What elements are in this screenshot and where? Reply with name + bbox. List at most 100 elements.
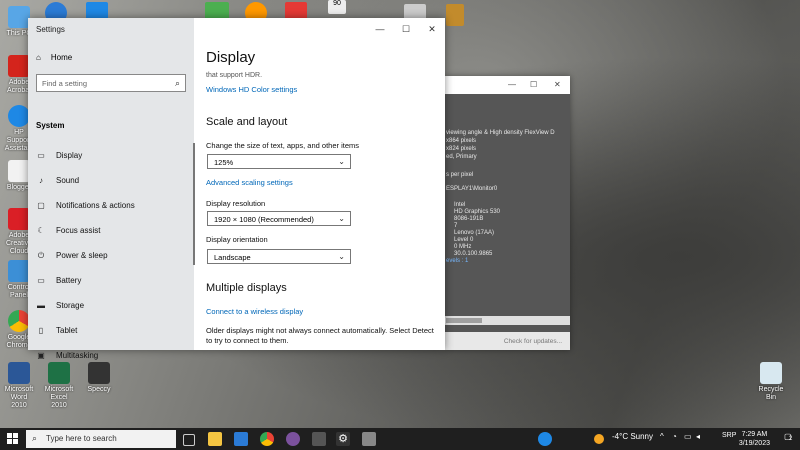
chevron-down-icon: ⌄ xyxy=(338,252,345,261)
sidebar-item-display[interactable]: ▭ Display xyxy=(28,143,194,168)
help-icon[interactable] xyxy=(538,432,552,446)
chevron-up-icon[interactable]: ^ xyxy=(660,432,664,441)
start-button[interactable] xyxy=(7,433,19,445)
older-displays-text: Older displays might not always connect … xyxy=(206,326,434,345)
task-view-icon[interactable] xyxy=(183,434,195,446)
sidebar-item-power-sleep[interactable]: ⏻ Power & sleep xyxy=(28,243,194,268)
app-icon[interactable] xyxy=(362,432,376,446)
sidebar-item-focus-assist[interactable]: ☾ Focus assist xyxy=(28,218,194,243)
info-window[interactable]: — ☐ ✕ viewing angle & High density FlexV… xyxy=(444,76,570,350)
mail-icon[interactable] xyxy=(234,432,248,446)
info-value: 7 xyxy=(454,223,458,229)
volume-icon[interactable]: ◂ xyxy=(696,432,700,441)
settings-sidebar: Settings ⌂ Home Find a setting ⌕ System … xyxy=(28,18,194,360)
info-line: ed, Primary xyxy=(446,154,477,160)
sidebar-item-label: Focus assist xyxy=(56,226,101,235)
sidebar-item-sound[interactable]: ♪ Sound xyxy=(28,168,194,193)
info-window-titlebar[interactable]: — ☐ ✕ xyxy=(444,76,570,94)
speaker-icon: ♪ xyxy=(39,176,43,185)
sidebar-item-multitasking[interactable]: ▣ Multitasking xyxy=(28,343,194,368)
vertical-scrollbar[interactable] xyxy=(193,143,195,265)
moon-icon: ☾ xyxy=(37,226,45,235)
info-value: Lenovo (17AA) xyxy=(454,230,495,236)
speccy-icon[interactable] xyxy=(312,432,326,446)
chevron-down-icon: ⌄ xyxy=(338,214,345,223)
app-icon[interactable] xyxy=(446,4,464,26)
word-icon xyxy=(8,362,30,384)
minimize-icon[interactable]: — xyxy=(367,18,393,40)
people-icon[interactable]: ◔ xyxy=(672,432,677,441)
multitasking-icon: ▣ xyxy=(37,351,45,360)
scale-layout-heading: Scale and layout xyxy=(206,116,288,128)
desktop-icon-excel[interactable]: Microsoft Excel 2010 xyxy=(42,362,76,410)
notification-icon: ▢ xyxy=(37,201,45,210)
home-icon: ⌂ xyxy=(36,53,41,62)
nav-home[interactable]: ⌂ Home xyxy=(36,53,72,62)
info-line: x824 pixels xyxy=(446,146,477,152)
text-size-dropdown[interactable]: 125% ⌄ xyxy=(207,154,351,169)
power-icon: ⏻ xyxy=(37,250,45,260)
horizontal-scrollbar[interactable] xyxy=(444,316,570,325)
info-line: s per pixel xyxy=(446,172,474,178)
scrollbar-thumb[interactable] xyxy=(446,318,482,323)
resolution-value: 1920 × 1080 (Recommended) xyxy=(214,215,314,224)
hdr-settings-link[interactable]: Windows HD Color settings xyxy=(206,85,297,94)
weather-text[interactable]: -4°C Sunny xyxy=(612,432,653,441)
close-icon[interactable]: ✕ xyxy=(554,80,561,89)
info-value: HD Graphics 530 xyxy=(454,209,501,215)
chrome-icon xyxy=(8,310,30,332)
taskbar-search-placeholder: Type here to search xyxy=(46,434,117,443)
chevron-down-icon: ⌄ xyxy=(338,157,345,166)
battery-icon: ▭ xyxy=(37,276,45,285)
orientation-dropdown[interactable]: Landscape ⌄ xyxy=(207,249,351,264)
sidebar-item-notifications[interactable]: ▢ Notifications & actions xyxy=(28,193,194,218)
viber-icon[interactable] xyxy=(286,432,300,446)
taskbar-clock[interactable]: 7:29 AM 3/19/2023 xyxy=(739,430,770,448)
settings-content: — ☐ ✕ Display that support HDR. Windows … xyxy=(194,18,445,350)
sidebar-item-battery[interactable]: ▭ Battery xyxy=(28,268,194,293)
search-icon: ⌕ xyxy=(32,433,38,443)
desktop-icon-label: Speccy xyxy=(87,386,111,393)
info-value: 30.0.100.9865 xyxy=(454,251,493,257)
orientation-label: Display orientation xyxy=(206,235,268,244)
sidebar-item-storage[interactable]: ▬ Storage xyxy=(28,293,194,318)
sidebar-item-label: Battery xyxy=(56,276,82,285)
weather-sun-icon[interactable] xyxy=(594,434,604,444)
maximize-icon[interactable]: ☐ xyxy=(393,18,419,40)
info-line: viewing angle & High density FlexView D xyxy=(446,130,555,136)
chrome-icon[interactable] xyxy=(260,432,274,446)
minimize-icon[interactable]: — xyxy=(508,80,516,89)
window-controls: — ☐ ✕ xyxy=(367,18,445,40)
settings-gear-icon[interactable]: ⚙ xyxy=(336,432,350,446)
resolution-dropdown[interactable]: 1920 × 1080 (Recommended) ⌄ xyxy=(207,211,351,226)
desktop-icon-word[interactable]: Microsoft Word 2010 xyxy=(2,362,36,410)
check-updates-link[interactable]: Check for updates... xyxy=(504,338,562,345)
wireless-display-link[interactable]: Connect to a wireless display xyxy=(206,307,303,316)
desktop-icon-label: Microsoft Excel 2010 xyxy=(44,386,74,409)
desktop-icon-recycle-bin[interactable]: Recycle Bin xyxy=(754,362,788,402)
text-size-value: 125% xyxy=(214,158,234,167)
find-setting-input[interactable]: Find a setting ⌕ xyxy=(36,74,186,92)
sidebar-item-tablet[interactable]: ▯ Tablet xyxy=(28,318,194,343)
info-value: Level 0 xyxy=(454,237,474,243)
sidebar-item-label: Tablet xyxy=(56,326,78,335)
clock-date: 3/19/2023 xyxy=(738,440,770,447)
hdr-description: that support HDR. xyxy=(206,72,263,79)
settings-window[interactable]: Settings ⌂ Home Find a setting ⌕ System … xyxy=(28,18,445,360)
close-icon[interactable]: ✕ xyxy=(419,18,445,40)
input-language[interactable]: SRP xyxy=(722,432,736,439)
sidebar-item-label: Power & sleep xyxy=(56,251,108,260)
file-explorer-icon[interactable] xyxy=(208,432,222,446)
sidebar-item-label: Sound xyxy=(56,176,80,185)
info-value: 0 MHz xyxy=(454,244,472,250)
network-icon[interactable]: ▭ xyxy=(684,432,692,441)
app-icon[interactable]: 90 xyxy=(328,0,346,14)
taskbar-search[interactable]: ⌕ Type here to search xyxy=(26,430,176,448)
clock-time: 7:29 AM xyxy=(741,431,768,438)
storage-icon: ▬ xyxy=(37,301,45,310)
desktop-icon-label: Microsoft Word 2010 xyxy=(4,386,34,409)
advanced-scaling-link[interactable]: Advanced scaling settings xyxy=(206,178,293,187)
desktop-icon-label: Control Panel xyxy=(7,284,31,299)
maximize-icon[interactable]: ☐ xyxy=(530,80,537,89)
nav-home-label: Home xyxy=(50,53,73,62)
